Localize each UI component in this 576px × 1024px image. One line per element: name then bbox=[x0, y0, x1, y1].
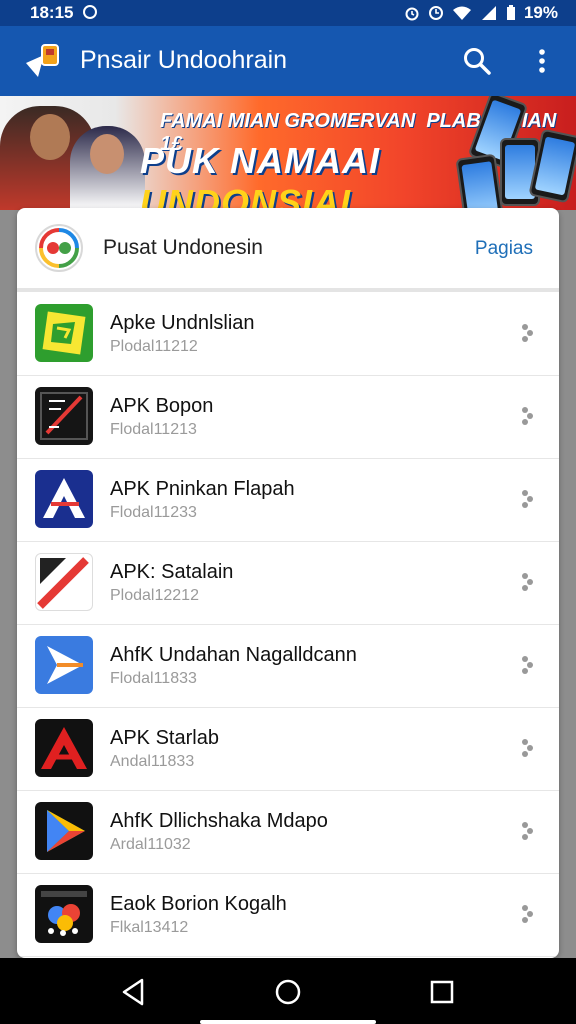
item-action-icon[interactable] bbox=[519, 488, 535, 510]
home-icon[interactable] bbox=[272, 976, 304, 1008]
notification-icon bbox=[83, 5, 97, 19]
app-icon-play bbox=[35, 802, 93, 860]
app-subtitle: Flodal11233 bbox=[110, 504, 197, 521]
app-icon-dots bbox=[35, 885, 93, 943]
app-subtitle: Plodal11212 bbox=[110, 338, 198, 355]
app-title: Eaok Borion Kogalh bbox=[110, 893, 287, 915]
app-icon-blue-arrow bbox=[35, 636, 93, 694]
back-icon[interactable] bbox=[118, 976, 150, 1008]
item-action-icon[interactable] bbox=[519, 405, 535, 427]
more-options-icon[interactable] bbox=[530, 46, 554, 76]
app-icon-green bbox=[35, 304, 93, 362]
app-subtitle: Flodal11213 bbox=[110, 421, 197, 438]
app-list-card: Pusat Undonesin Pagias Apke Undnlslian P… bbox=[17, 208, 559, 958]
app-title: APK Starlab bbox=[110, 727, 219, 749]
item-action-icon[interactable] bbox=[519, 322, 535, 344]
store-name: Pusat Undonesin bbox=[103, 236, 263, 259]
app-subtitle: Andal11833 bbox=[110, 753, 195, 770]
battery-percent: 19% bbox=[523, 3, 558, 22]
app-subtitle: Flkal13412 bbox=[110, 919, 189, 936]
app-logo-icon bbox=[26, 44, 59, 77]
search-icon[interactable] bbox=[462, 46, 492, 76]
app-subtitle: Ardal11032 bbox=[110, 836, 191, 853]
app-title: Apke Undnlslian bbox=[110, 312, 255, 334]
item-action-icon[interactable] bbox=[519, 571, 535, 593]
card-header: Pusat Undonesin Pagias bbox=[17, 208, 559, 292]
promo-banner[interactable]: FAMAI MIAN GROMERVAN PLABALAIAN 1£ PUK N… bbox=[0, 96, 576, 210]
header-link[interactable]: Pagias bbox=[475, 238, 533, 260]
app-icon-blue-a bbox=[35, 470, 93, 528]
status-time: 18:15 bbox=[30, 3, 74, 22]
list-item[interactable]: AhfK Dllichshaka Mdapo Ardal11032 bbox=[17, 790, 559, 874]
app-title: APK Pninkan Flapah bbox=[110, 478, 295, 500]
status-icons: 19% bbox=[404, 3, 558, 23]
status-bar: 18:15 19% bbox=[0, 0, 576, 26]
app-title: Pnsair Undoohrain bbox=[80, 46, 288, 74]
app-title: APK Bopon bbox=[110, 395, 214, 417]
app-subtitle: Plodal12212 bbox=[110, 587, 199, 604]
list-item[interactable]: APK Starlab Andal11833 bbox=[17, 707, 559, 791]
app-subtitle: Flodal11833 bbox=[110, 670, 197, 687]
alarm-icon bbox=[405, 7, 419, 21]
list-item[interactable]: AhfK Undahan Nagalldcann Flodal11833 bbox=[17, 624, 559, 708]
app-title: APK: Satalain bbox=[110, 561, 234, 583]
clock-icon bbox=[428, 6, 443, 20]
store-logo-icon bbox=[35, 224, 83, 272]
recents-icon[interactable] bbox=[426, 976, 458, 1008]
item-action-icon[interactable] bbox=[519, 737, 535, 759]
system-nav-bar bbox=[0, 958, 576, 1024]
list-item[interactable]: Eaok Borion Kogalh Flkal13412 bbox=[17, 873, 559, 957]
app-icon-black-red bbox=[35, 387, 93, 445]
app-icon-red-a bbox=[35, 719, 93, 777]
list-item[interactable]: APK Pninkan Flapah Flodal11233 bbox=[17, 458, 559, 542]
item-action-icon[interactable] bbox=[519, 820, 535, 842]
wifi-icon bbox=[452, 6, 471, 20]
banner-person-woman bbox=[70, 126, 145, 210]
list-item[interactable]: APK Bopon Flodal11213 bbox=[17, 375, 559, 459]
list-item[interactable]: APK: Satalain Plodal12212 bbox=[17, 541, 559, 625]
battery-icon bbox=[506, 5, 515, 20]
app-title: AhfK Undahan Nagalldcann bbox=[110, 644, 357, 666]
app-title: AhfK Dllichshaka Mdapo bbox=[110, 810, 328, 832]
signal-icon bbox=[481, 6, 496, 20]
app-bar: Pnsair Undoohrain bbox=[0, 26, 576, 96]
item-action-icon[interactable] bbox=[519, 903, 535, 925]
list-item[interactable]: Apke Undnlslian Plodal11212 bbox=[17, 292, 559, 376]
item-action-icon[interactable] bbox=[519, 654, 535, 676]
app-icon-red-slash bbox=[35, 553, 93, 611]
home-indicator[interactable] bbox=[200, 1020, 376, 1024]
